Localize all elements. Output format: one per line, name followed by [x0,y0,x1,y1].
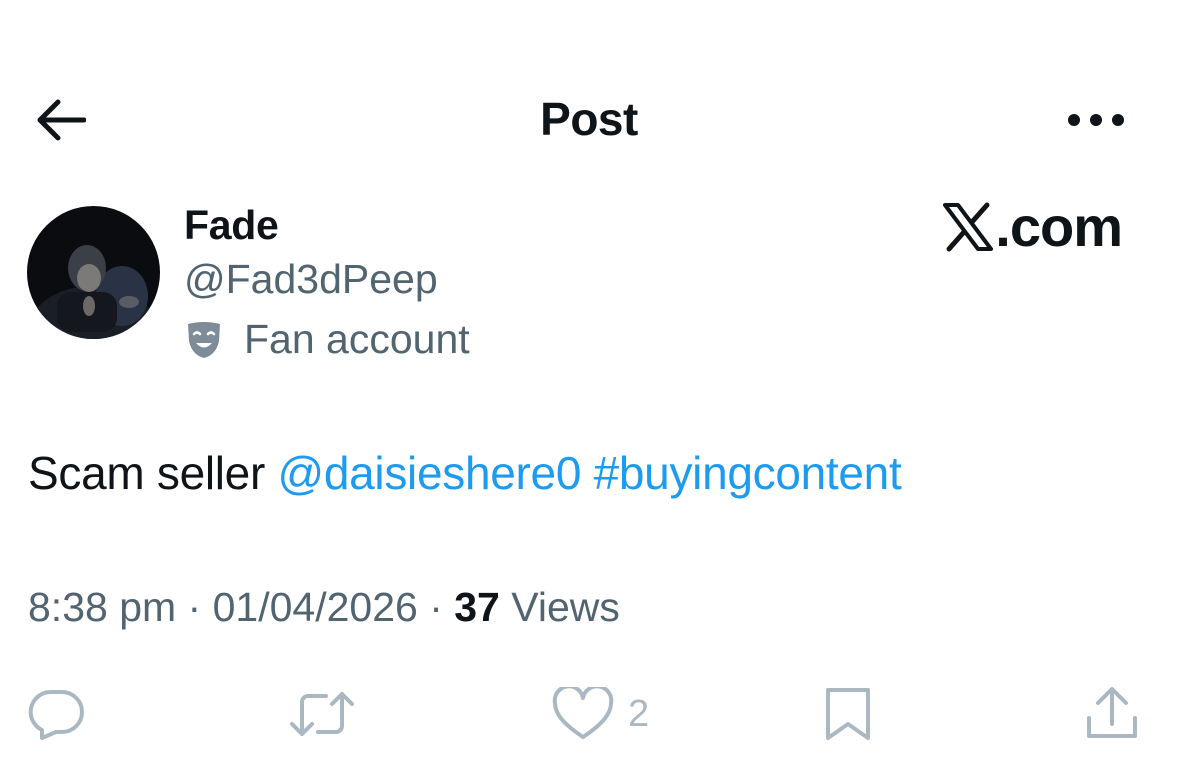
hashtag-link[interactable]: #buyingcontent [594,447,902,499]
views-label: Views [511,584,620,630]
repost-icon [286,688,358,740]
site-watermark: .com [943,194,1123,259]
author-handle[interactable]: @Fad3dPeep [184,256,438,303]
mention-link[interactable]: @daisieshere0 [277,447,581,499]
author-name[interactable]: Fade [184,202,279,249]
views-count: 37 [454,584,500,630]
x-logo-icon [943,202,994,252]
repost-button[interactable] [286,684,358,744]
tweet-time[interactable]: 8:38 pm [28,584,176,630]
reply-button[interactable] [26,684,86,744]
share-button[interactable] [1084,684,1140,744]
account-label: Fan account [186,316,470,363]
more-horizontal-icon [1066,112,1126,128]
meta-separator: · [176,584,213,630]
tweet-text: Scam seller @daisieshere0 #buyingcontent [28,446,902,500]
tweet-date[interactable]: 01/04/2026 [213,584,418,630]
heart-icon [552,687,614,741]
like-count: 2 [628,692,650,735]
watermark-suffix: .com [995,195,1123,258]
page-title: Post [540,93,638,145]
tweet-space [581,447,593,499]
meta-separator: · [417,584,455,630]
more-options-button[interactable] [1060,100,1132,140]
bookmark-button[interactable] [822,684,874,744]
reply-icon [26,688,86,740]
bookmark-icon [822,686,874,742]
share-icon [1084,686,1140,742]
avatar[interactable] [27,206,160,339]
tweet-plain-text: Scam seller [28,447,278,499]
account-label-text: Fan account [244,316,470,362]
theater-mask-icon [186,321,222,359]
tweet-meta: 8:38 pm · 01/04/2026 · 37 Views [28,584,620,631]
like-button[interactable]: 2 [552,684,649,744]
